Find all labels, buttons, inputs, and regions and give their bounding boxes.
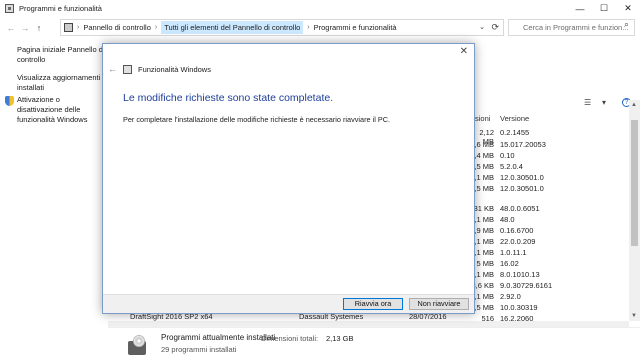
back-button[interactable]: ← <box>4 23 18 33</box>
dialog-heading: Le modifiche richieste sono state comple… <box>123 92 334 104</box>
scroll-thumb[interactable] <box>631 120 638 246</box>
dont-restart-button[interactable]: Non riavviare <box>409 298 469 310</box>
scroll-down-icon[interactable]: ▼ <box>631 313 637 319</box>
row-version: 8.0.1010.13 <box>500 270 540 279</box>
status-program-count: 29 programmi installati <box>161 345 237 354</box>
dialog-footer: Riavvia ora Non riavviare <box>103 294 474 313</box>
sidebar-item-updates[interactable]: Visualizza aggiornamenti installati <box>17 73 107 93</box>
status-size-label: Dimensioni totali: <box>261 334 319 343</box>
scroll-up-icon[interactable]: ▲ <box>631 102 637 108</box>
dialog-message: Per completare l'installazione delle mod… <box>123 115 391 124</box>
row-version: 1.0.11.1 <box>500 248 527 257</box>
chevron-right-icon: › <box>154 24 158 31</box>
dialog-title: Funzionalità Windows <box>138 65 211 74</box>
status-bar: Programmi attualmente installati Dimensi… <box>108 327 640 361</box>
dialog-back-button[interactable]: ← <box>108 64 117 74</box>
up-button[interactable]: ↑ <box>32 23 46 33</box>
row-version: 12.0.30501.0 <box>500 173 544 182</box>
row-version: 48.0.0.6051 <box>500 204 540 213</box>
control-panel-icon <box>64 23 73 32</box>
sidebar-item-windows-features[interactable]: Attivazione o disattivazione delle funzi… <box>17 95 107 125</box>
status-size-value: 2,13 GB <box>326 334 354 343</box>
crumb-control-panel[interactable]: Pannello di controllo <box>83 23 151 32</box>
address-bar: ← → ↑ › Pannello di controllo › Tutti gl… <box>0 17 640 39</box>
forward-button[interactable]: → <box>18 23 32 33</box>
windows-features-icon <box>123 65 132 74</box>
crumb-all-items[interactable]: Tutti gli elementi del Pannello di contr… <box>161 21 304 34</box>
chevron-right-icon: › <box>77 24 80 31</box>
vertical-scrollbar[interactable]: ▲ ▼ <box>629 100 640 321</box>
row-version: 15.017.20053 <box>500 140 546 149</box>
row-version: 0.2.1455 <box>500 128 530 137</box>
column-header-version[interactable]: Versione <box>500 114 529 123</box>
view-dropdown-icon[interactable]: ▾ <box>602 98 606 107</box>
breadcrumb[interactable]: › Pannello di controllo › Tutti gli elem… <box>60 19 504 36</box>
refresh-icon[interactable]: ⟳ <box>491 22 499 33</box>
sidebar-item-home[interactable]: Pagina iniziale Pannello di controllo <box>17 45 107 65</box>
installed-programs-icon <box>126 333 148 357</box>
status-title: Programmi attualmente installati <box>161 333 276 342</box>
chevron-right-icon: › <box>307 24 310 31</box>
row-version: 0.16.6700 <box>500 226 534 235</box>
search-input[interactable]: Cerca in Programmi e funzion... <box>508 19 635 36</box>
view-icon[interactable]: ☰ <box>584 98 591 107</box>
row-version: 5.2.0.4 <box>500 162 523 171</box>
row-version: 0.10 <box>500 151 515 160</box>
search-icon: ⌕ <box>624 19 630 29</box>
minimize-button[interactable]: — <box>568 0 592 17</box>
control-panel-icon <box>5 4 14 13</box>
shield-icon <box>5 96 14 106</box>
dialog-close-button[interactable]: ✕ <box>460 46 468 57</box>
restart-now-button[interactable]: Riavvia ora <box>343 298 403 310</box>
window-controls: — ☐ ✕ <box>568 0 640 17</box>
chevron-down-icon[interactable]: ⌄ <box>479 23 485 31</box>
row-version: 22.0.0.209 <box>500 237 536 246</box>
column-header-size[interactable]: sioni <box>475 114 490 123</box>
row-version: 16.02 <box>500 259 519 268</box>
row-version: 48.0 <box>500 215 515 224</box>
close-button[interactable]: ✕ <box>616 0 640 17</box>
sidebar: Pagina iniziale Pannello di controllo Vi… <box>0 39 108 321</box>
crumb-programs[interactable]: Programmi e funzionalità <box>314 23 397 32</box>
windows-features-dialog: ✕ ← Funzionalità Windows Le modifiche ri… <box>102 43 475 314</box>
title-bar: Programmi e funzionalità — ☐ ✕ <box>0 0 640 17</box>
row-version: 10.0.30319 <box>500 303 538 312</box>
window-title: Programmi e funzionalità <box>19 4 102 13</box>
row-version: 9.0.30729.6161 <box>500 281 553 290</box>
maximize-button[interactable]: ☐ <box>592 0 616 17</box>
row-version: 12.0.30501.0 <box>500 184 544 193</box>
row-version: 2.92.0 <box>500 292 521 301</box>
